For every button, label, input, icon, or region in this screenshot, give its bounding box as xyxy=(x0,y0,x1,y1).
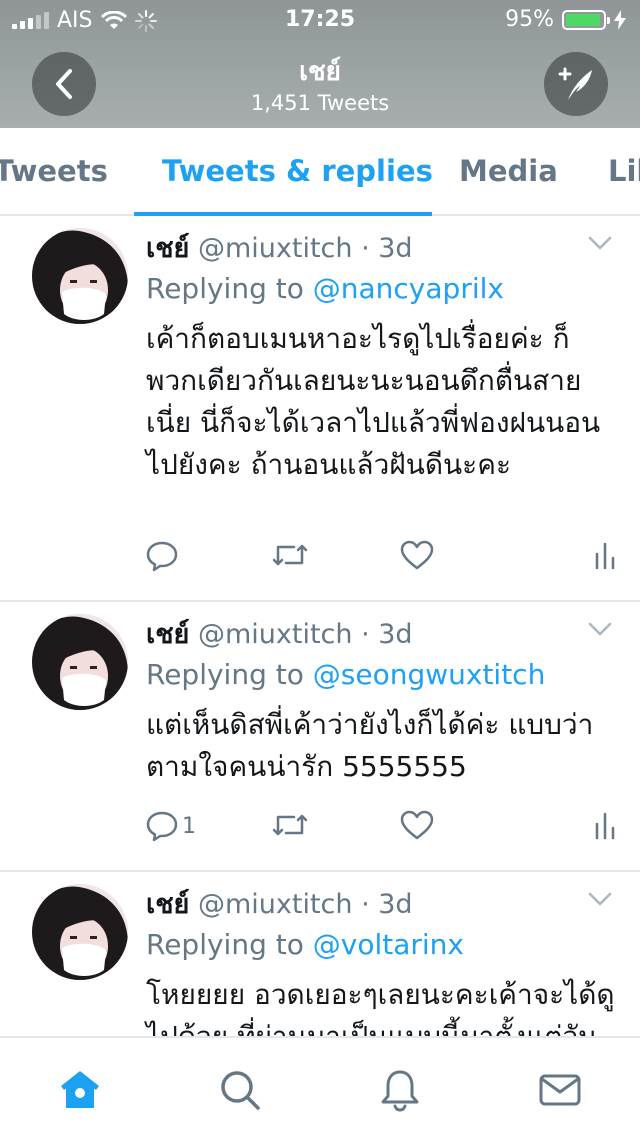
tweet-actions xyxy=(146,540,616,580)
reply-button[interactable]: 1 xyxy=(146,810,196,842)
replying-to: Replying to @voltarinx xyxy=(146,928,464,961)
replying-handle[interactable]: @nancyaprilx xyxy=(313,272,504,305)
messages-icon xyxy=(539,1074,581,1106)
author-handle[interactable]: @miuxtitch xyxy=(198,233,353,264)
tweet-item[interactable]: เชย์ @miuxtitch · 3d Replying to @nancya… xyxy=(0,216,640,602)
retweet-icon xyxy=(272,814,308,836)
replying-prefix: Replying to xyxy=(146,658,304,691)
reply-icon xyxy=(146,811,178,842)
avatar[interactable] xyxy=(32,614,128,710)
nav-notifications[interactable] xyxy=(378,1068,422,1112)
profile-header: AIS 17:25 95% เชย์ 1,451 Tweets xyxy=(0,0,640,128)
tweet-header: เชย์ @miuxtitch · 3d xyxy=(146,612,413,655)
chevron-down-icon[interactable] xyxy=(588,236,612,250)
chevron-down-icon[interactable] xyxy=(588,892,612,906)
tweet-time: · 3d xyxy=(361,619,413,650)
replying-handle[interactable]: @seongwuxtitch xyxy=(313,658,546,691)
tab-media[interactable]: Media xyxy=(459,154,558,188)
author-name[interactable]: เชย์ xyxy=(146,619,189,650)
retweet-button[interactable] xyxy=(272,810,308,840)
replying-prefix: Replying to xyxy=(146,928,304,961)
nav-search[interactable] xyxy=(218,1068,262,1112)
profile-tabs: Tweets Tweets & replies Media Lik xyxy=(0,128,640,216)
reply-count: 1 xyxy=(182,813,196,839)
tweet-text: โหยยยย อวดเยอะๆเลยนะคะเค้าจะได้ดูไปด้วย … xyxy=(146,978,615,1036)
tweet-count: 1,451 Tweets xyxy=(250,91,390,115)
tweet-feed[interactable]: เชย์ @miuxtitch · 3d Replying to @nancya… xyxy=(0,216,640,1036)
nav-messages[interactable] xyxy=(538,1068,582,1112)
like-icon xyxy=(400,810,434,840)
tweet-text: แต่เห็นดิสพี่เค้าว่ายังไงก็ได้ค่ะ แบบว่า… xyxy=(146,708,594,783)
replying-handle[interactable]: @voltarinx xyxy=(313,928,464,961)
bottom-tab-bar xyxy=(0,1036,640,1136)
tweet-item[interactable]: เชย์ @miuxtitch · 3d Replying to @seongw… xyxy=(0,602,640,872)
compose-tweet-button[interactable] xyxy=(544,52,608,116)
tweet-text: เค้าก็ตอบเมนหาอะไรดูไปเรื่อยค่ะ ก็พวกเดี… xyxy=(146,322,601,481)
avatar[interactable] xyxy=(32,228,128,324)
retweet-icon xyxy=(272,544,308,566)
nav-home[interactable] xyxy=(58,1068,102,1112)
like-button[interactable] xyxy=(400,810,434,840)
like-button[interactable] xyxy=(400,540,434,570)
reply-button[interactable] xyxy=(146,540,182,572)
home-icon xyxy=(61,1071,99,1108)
tweet-header: เชย์ @miuxtitch · 3d xyxy=(146,882,413,925)
tweet-time: · 3d xyxy=(361,233,413,264)
analytics-button[interactable] xyxy=(594,810,616,840)
compose-icon xyxy=(558,67,592,100)
tab-likes[interactable]: Lik xyxy=(608,154,640,188)
tab-tweets-and-replies[interactable]: Tweets & replies xyxy=(162,154,433,188)
search-icon xyxy=(221,1071,260,1110)
tweet-time: · 3d xyxy=(361,889,413,920)
author-handle[interactable]: @miuxtitch xyxy=(198,619,353,650)
author-name[interactable]: เชย์ xyxy=(146,233,189,264)
analytics-button[interactable] xyxy=(594,540,616,570)
tab-tweets[interactable]: Tweets xyxy=(0,154,108,188)
battery-icon xyxy=(562,9,610,30)
reply-icon xyxy=(146,541,178,572)
tweet-header: เชย์ @miuxtitch · 3d xyxy=(146,226,413,269)
tweet-actions: 1 xyxy=(146,810,616,850)
status-bar: AIS 17:25 95% xyxy=(0,0,640,40)
notifications-icon xyxy=(381,1070,419,1112)
battery-percent: 95% xyxy=(505,7,554,32)
status-right: 95% xyxy=(505,7,626,32)
analytics-icon xyxy=(595,542,615,570)
charging-icon xyxy=(614,9,626,30)
replying-to: Replying to @nancyaprilx xyxy=(146,272,504,305)
chevron-down-icon[interactable] xyxy=(588,622,612,636)
like-icon xyxy=(400,540,434,570)
replying-to: Replying to @seongwuxtitch xyxy=(146,658,545,691)
retweet-button[interactable] xyxy=(272,540,308,570)
avatar[interactable] xyxy=(32,884,128,980)
author-handle[interactable]: @miuxtitch xyxy=(198,889,353,920)
replying-prefix: Replying to xyxy=(146,272,304,305)
tweet-item[interactable]: เชย์ @miuxtitch · 3d Replying to @voltar… xyxy=(0,872,640,1036)
analytics-icon xyxy=(595,812,615,840)
author-name[interactable]: เชย์ xyxy=(146,889,189,920)
